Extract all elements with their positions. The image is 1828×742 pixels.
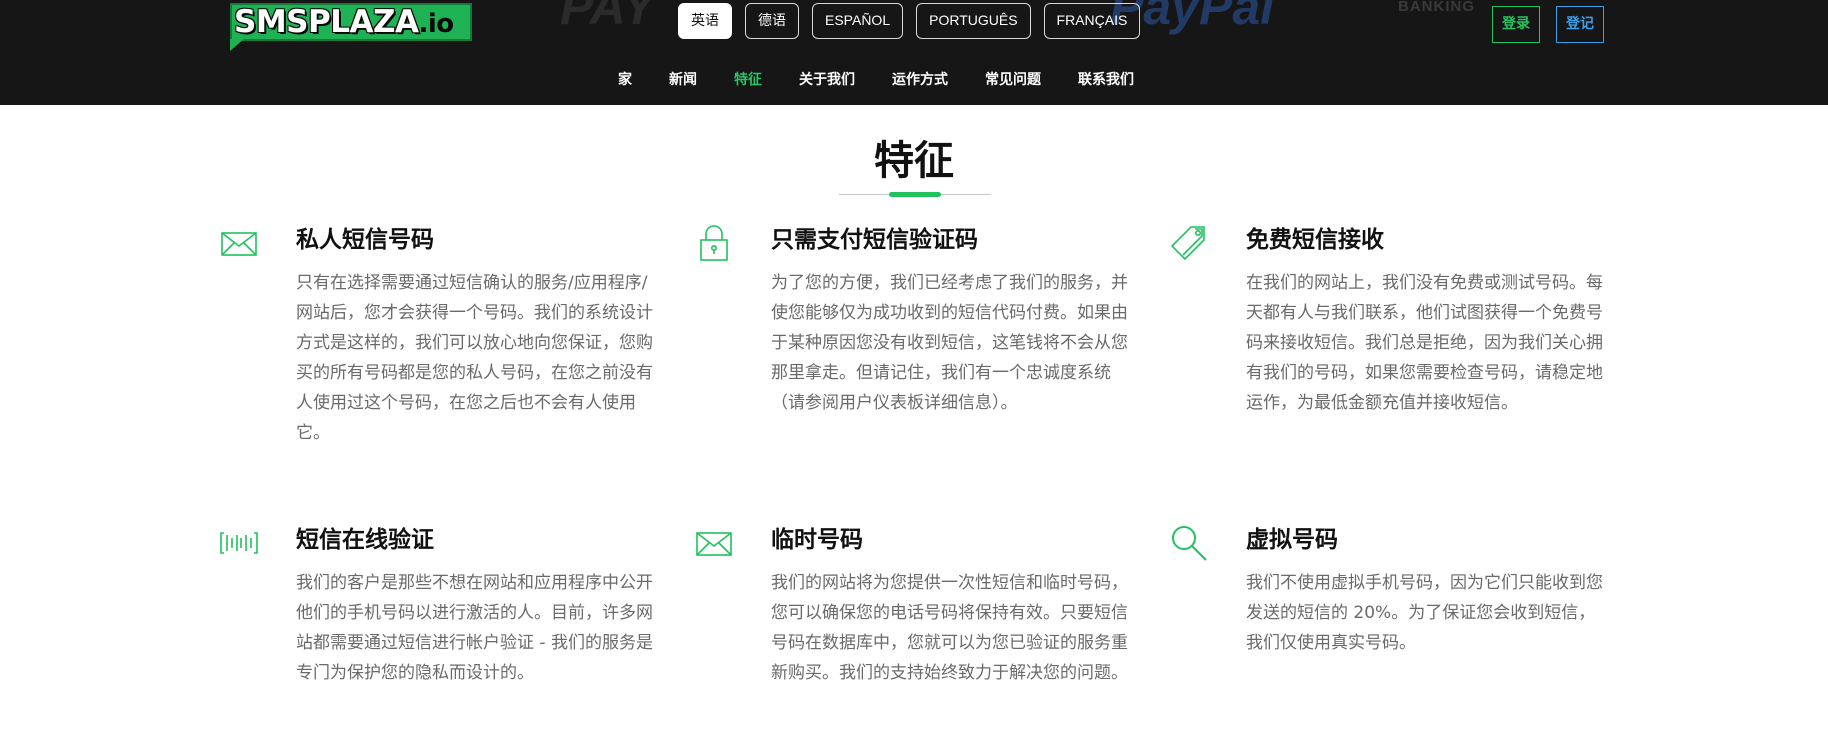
nav-item-faq[interactable]: 常见问题 (985, 69, 1041, 89)
feature-description: 只有在选择需要通过短信确认的服务/应用程序/网站后，您才会获得一个号码。我们的系… (296, 273, 653, 443)
site-header: PAY PayPal BANKING SMSPLAZA.io 英语 德语 ESP… (0, 0, 1828, 105)
feature-description: 为了您的方便，我们已经考虑了我们的服务，并使您能够仅为成功收到的短信代码付费。如… (771, 273, 1128, 413)
feature-title: 私人短信号码 (296, 227, 434, 253)
main-nav: 家 新闻 特征 关于我们 运作方式 常见问题 联系我们 (618, 69, 1134, 89)
nav-item-contact[interactable]: 联系我们 (1078, 69, 1134, 89)
envelope-icon (696, 532, 732, 556)
feature-description: 我们不使用虚拟手机号码，因为它们只能收到您发送的短信的 20%。为了保证您会收到… (1246, 573, 1603, 653)
envelope-icon (221, 232, 257, 256)
nav-item-news[interactable]: 新闻 (669, 69, 697, 89)
logo-text: SMSPLAZA.io (234, 4, 454, 42)
lang-button-english[interactable]: 英语 (678, 3, 732, 39)
feature-description: 我们的网站将为您提供一次性短信和临时号码，您可以确保您的电话号码将保持有效。只要… (771, 573, 1128, 683)
register-button[interactable]: 登记 (1556, 6, 1604, 43)
ghost-banner-text: PAY (560, 0, 656, 35)
language-switcher: 英语 德语 ESPAÑOL PORTUGUÊS FRANÇAIS (678, 3, 1141, 39)
ghost-banking-text: BANKING (1398, 0, 1475, 15)
feature-title: 虚拟号码 (1246, 527, 1338, 553)
logo-suffix: .io (418, 9, 454, 39)
lang-button-spanish[interactable]: ESPAÑOL (812, 3, 904, 39)
magnifier-icon (1172, 526, 1207, 561)
padlock-icon (700, 225, 728, 261)
feature-title: 免费短信接收 (1246, 227, 1384, 253)
nav-item-home[interactable]: 家 (618, 69, 632, 89)
price-tag-icon (1170, 226, 1205, 261)
lang-button-german[interactable]: 德语 (745, 3, 799, 39)
login-button[interactable]: 登录 (1492, 6, 1540, 43)
lang-button-french[interactable]: FRANÇAIS (1043, 3, 1141, 39)
feature-description: 我们的客户是那些不想在网站和应用程序中公开他们的手机号码以进行激活的人。目前，许… (296, 573, 653, 683)
nav-item-how-it-works[interactable]: 运作方式 (892, 69, 948, 89)
title-accent-bar (889, 192, 941, 197)
feature-title: 只需支付短信验证码 (771, 227, 978, 253)
feature-title: 临时号码 (771, 527, 863, 553)
site-logo[interactable]: SMSPLAZA.io (230, 3, 472, 51)
nav-item-about[interactable]: 关于我们 (799, 69, 855, 89)
section-title: 特征 (874, 138, 954, 184)
feature-description: 在我们的网站上，我们没有免费或测试号码。每天都有人与我们联系，他们试图获得一个免… (1246, 273, 1603, 413)
feature-title: 短信在线验证 (296, 527, 434, 553)
nav-item-features[interactable]: 特征 (734, 69, 762, 89)
barcode-icon (220, 532, 258, 554)
lang-button-portuguese[interactable]: PORTUGUÊS (916, 3, 1031, 39)
logo-main: SMSPLAZA (234, 4, 419, 40)
